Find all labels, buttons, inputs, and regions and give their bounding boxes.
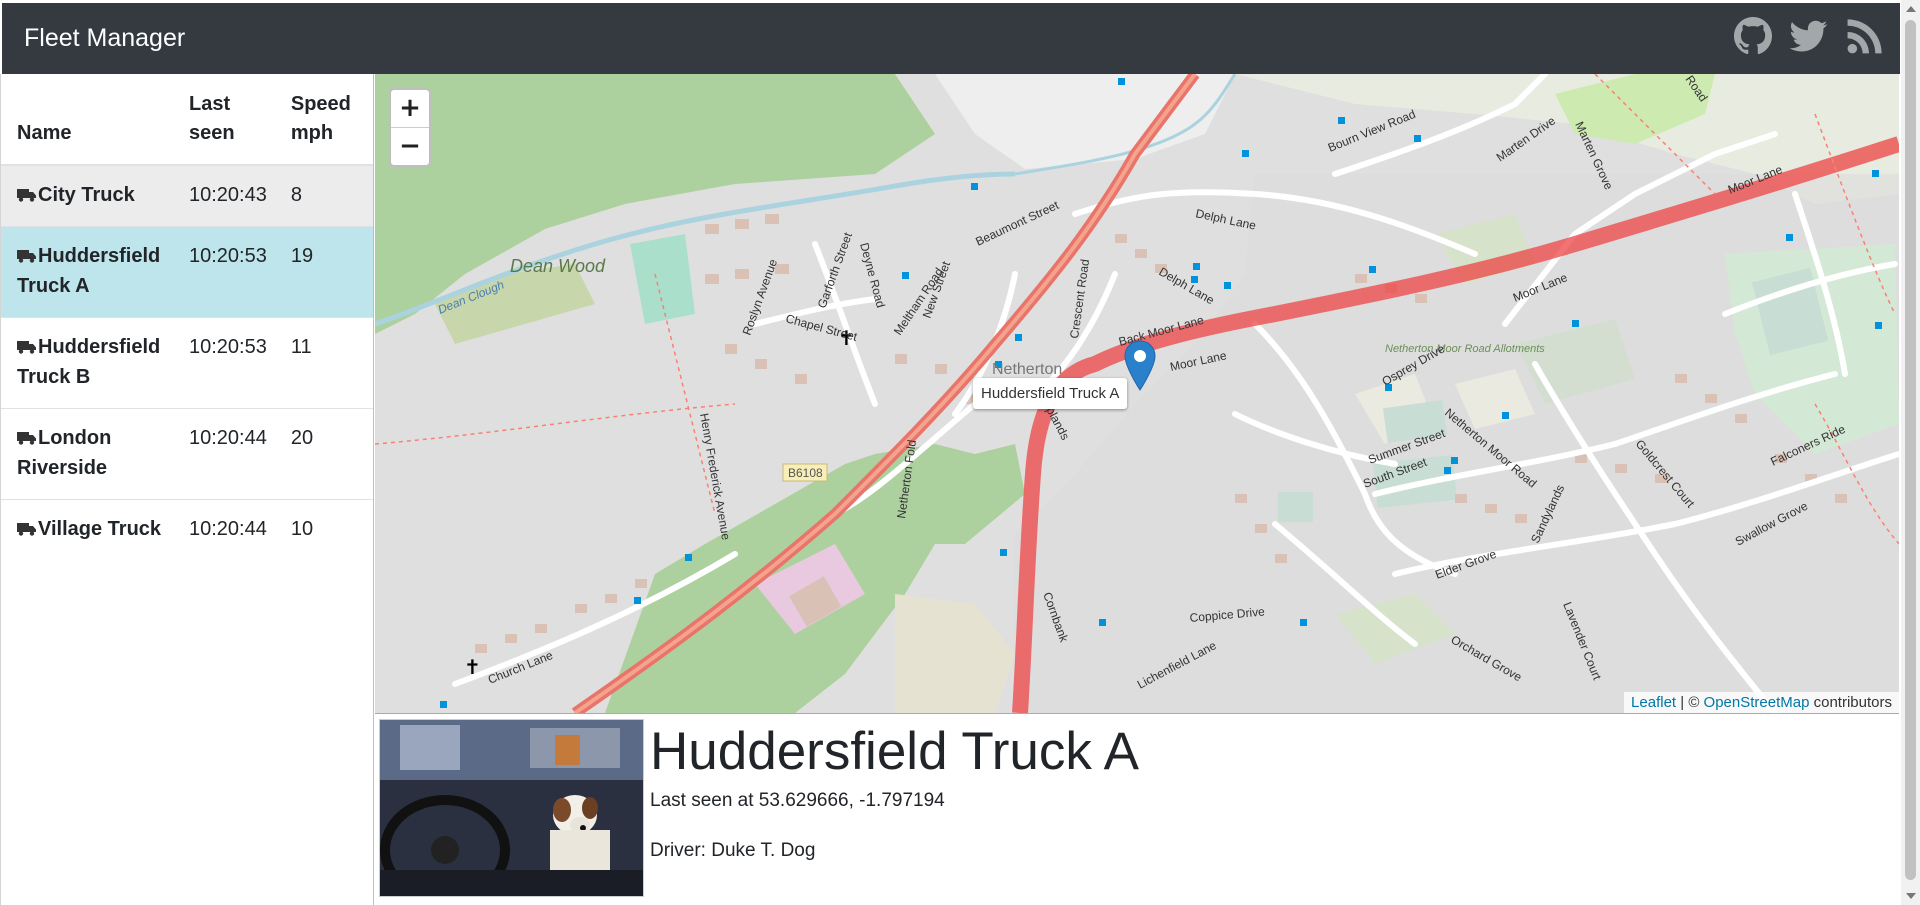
map-tiles[interactable]: ✝ ✝ Dean Wood Dean Clough Netherton Bour… (375, 74, 1899, 713)
map[interactable]: ✝ ✝ Dean Wood Dean Clough Netherton Bour… (375, 74, 1899, 714)
col-header-last-seen: Last seen (173, 74, 275, 166)
speed-cell: 8 (274, 164, 373, 227)
table-row[interactable]: Village Truck 10:20:44 10 (1, 499, 373, 560)
truck-title: Huddersfield Truck A (650, 722, 1140, 781)
nav-icons (1734, 17, 1884, 55)
label-dean-wood: Dean Wood (510, 256, 606, 276)
scroll-down-arrow[interactable] (1906, 893, 1916, 899)
label-netherton: Netherton (992, 361, 1062, 378)
label-allotments: Netherton Moor Road Allotments (1385, 343, 1545, 355)
attribution-suffix: contributors (1809, 694, 1892, 711)
table-row[interactable]: Huddersfield Truck B 10:20:53 11 (1, 317, 373, 409)
truck-name-cell[interactable]: London Riverside (1, 408, 173, 500)
zoom-control: + − (389, 88, 431, 167)
last-seen-cell: 10:20:44 (173, 499, 275, 560)
map-attribution: Leaflet | © OpenStreetMap contributors (1624, 692, 1899, 713)
scroll-thumb[interactable] (1905, 20, 1916, 880)
label-b6108: B6108 (788, 466, 823, 480)
last-seen-cell: 10:20:53 (173, 317, 275, 409)
scroll-up-arrow[interactable] (1906, 6, 1916, 12)
truck-table: Name Last seen Speed mph City Truck 10:20… (1, 74, 373, 560)
truck-name-cell[interactable]: City Truck (1, 164, 173, 227)
truck-name-cell[interactable]: Huddersfield Truck A (1, 226, 173, 318)
church-icon-2: ✝ (464, 657, 481, 679)
speed-cell: 11 (274, 317, 373, 409)
truck-icon (17, 341, 36, 354)
col-header-speed: Speed mph (274, 74, 373, 166)
truck-icon (17, 432, 36, 445)
leaflet-link[interactable]: Leaflet (1631, 694, 1676, 711)
marker-tooltip: Huddersfield Truck A (973, 378, 1128, 409)
truck-icon (17, 250, 36, 263)
driver-photo (379, 719, 644, 897)
navbar: Fleet Manager (2, 3, 1900, 74)
truck-detail-panel: Huddersfield Truck A Last seen at 53.629… (375, 713, 1899, 905)
truck-name-cell[interactable]: Huddersfield Truck B (1, 317, 173, 409)
truck-icon (17, 523, 36, 536)
speed-cell: 19 (274, 226, 373, 318)
table-row[interactable]: City Truck 10:20:43 8 (1, 164, 373, 227)
table-row[interactable]: Huddersfield Truck A 10:20:53 19 (1, 226, 373, 318)
truck-name: City Truck (38, 184, 135, 206)
table-header-row: Name Last seen Speed mph (1, 74, 373, 166)
last-seen-cell: 10:20:44 (173, 408, 275, 500)
truck-icon (17, 189, 36, 202)
attribution-separator: | © (1676, 694, 1704, 711)
github-icon[interactable] (1734, 17, 1772, 55)
brand-title[interactable]: Fleet Manager (24, 24, 185, 53)
truck-name-cell[interactable]: Village Truck (1, 499, 173, 560)
col-header-last-seen-label: Last seen (189, 93, 235, 144)
col-header-speed-label: Speed mph (290, 93, 351, 144)
truck-name: Huddersfield Truck A (17, 245, 161, 297)
twitter-icon[interactable] (1790, 17, 1828, 55)
zoom-in-button[interactable]: + (391, 90, 429, 127)
table-row[interactable]: London Riverside 10:20:44 20 (1, 408, 373, 500)
last-seen-cell: 10:20:43 (173, 164, 275, 227)
last-seen-cell: 10:20:53 (173, 226, 275, 318)
driver-name: Driver: Duke T. Dog (650, 840, 816, 861)
truck-list-panel: Name Last seen Speed mph City Truck 10:20… (0, 74, 374, 905)
osm-link[interactable]: OpenStreetMap (1704, 694, 1810, 711)
page-scrollbar[interactable] (1901, 0, 1920, 905)
map-pin-icon[interactable] (1123, 340, 1157, 392)
speed-cell: 20 (274, 408, 373, 500)
last-seen-coordinates: Last seen at 53.629666, -1.797194 (650, 790, 945, 811)
truck-name: Huddersfield Truck B (17, 336, 161, 388)
truck-name: Village Truck (38, 518, 162, 540)
rss-icon[interactable] (1846, 17, 1884, 55)
speed-cell: 10 (274, 499, 373, 560)
col-header-name: Name (1, 74, 173, 166)
zoom-out-button[interactable]: − (391, 127, 429, 165)
